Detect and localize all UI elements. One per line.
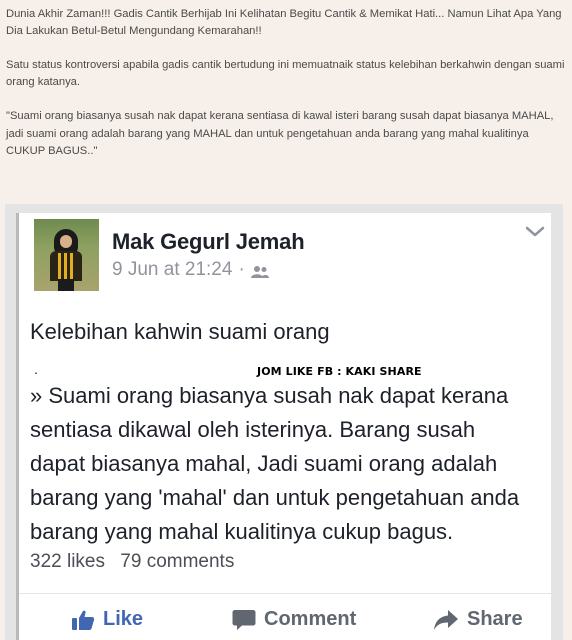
post-body-line: barang yang mahal kualitinya cukup bagus…: [30, 519, 454, 544]
article-paragraph: Satu status kontroversi apabila gadis ca…: [6, 58, 565, 89]
post-title: Kelebihan kahwin suami orang: [30, 319, 330, 344]
post-body: » Suami orang biasanya susah nak dapat k…: [30, 379, 550, 549]
likes-count[interactable]: 322 likes: [30, 551, 105, 572]
facebook-post-screenshot: Mak Gegurl Jemah 9 Jun at 21:24 · Kelebi…: [5, 204, 563, 640]
post-body-line: sentiasa dikawal oleh isterinya. Barang …: [30, 417, 476, 442]
action-bar: Like Comment Share: [19, 593, 554, 639]
share-button[interactable]: Share: [433, 608, 523, 631]
post-date[interactable]: 9 Jun at 21:24: [112, 259, 232, 281]
article-paragraph: Dunia Akhir Zaman!!! Gadis Cantik Berhij…: [6, 8, 562, 38]
article-text: Dunia Akhir Zaman!!! Gadis Cantik Berhij…: [6, 6, 566, 178]
article-paragraph: "Suami orang biasanya susah nak dapat ke…: [6, 110, 554, 158]
post-stats: 322 likes 79 comments: [30, 551, 234, 573]
comments-count[interactable]: 79 comments: [120, 551, 234, 572]
post-meta: 9 Jun at 21:24 ·: [112, 259, 269, 281]
share-label: Share: [467, 608, 523, 630]
like-label: Like: [103, 608, 144, 630]
facebook-post-card: Mak Gegurl Jemah 9 Jun at 21:24 · Kelebi…: [16, 213, 554, 640]
chevron-down-icon[interactable]: [524, 225, 546, 239]
avatar[interactable]: [34, 219, 99, 291]
post-body-line: » Suami orang biasanya susah nak dapat k…: [30, 383, 509, 408]
comment-button[interactable]: Comment: [232, 608, 356, 631]
separator-dot: ·: [238, 259, 245, 280]
share-icon: [434, 609, 458, 630]
author-name[interactable]: Mak Gegurl Jemah: [112, 229, 305, 255]
comment-label: Comment: [264, 608, 357, 630]
thumbs-up-icon: [72, 610, 95, 630]
post-body-line: barang yang 'mahal' dan untuk pengetahua…: [30, 485, 520, 510]
like-button[interactable]: Like: [71, 608, 143, 631]
friends-icon[interactable]: [250, 263, 269, 278]
post-body-line: dapat biasanya mahal, Jadi suami orang a…: [30, 451, 498, 476]
post-small-dot: .: [34, 361, 38, 377]
watermark-text: JOM LIKE FB : KAKI SHARE: [257, 365, 422, 378]
comment-icon: [232, 609, 256, 630]
